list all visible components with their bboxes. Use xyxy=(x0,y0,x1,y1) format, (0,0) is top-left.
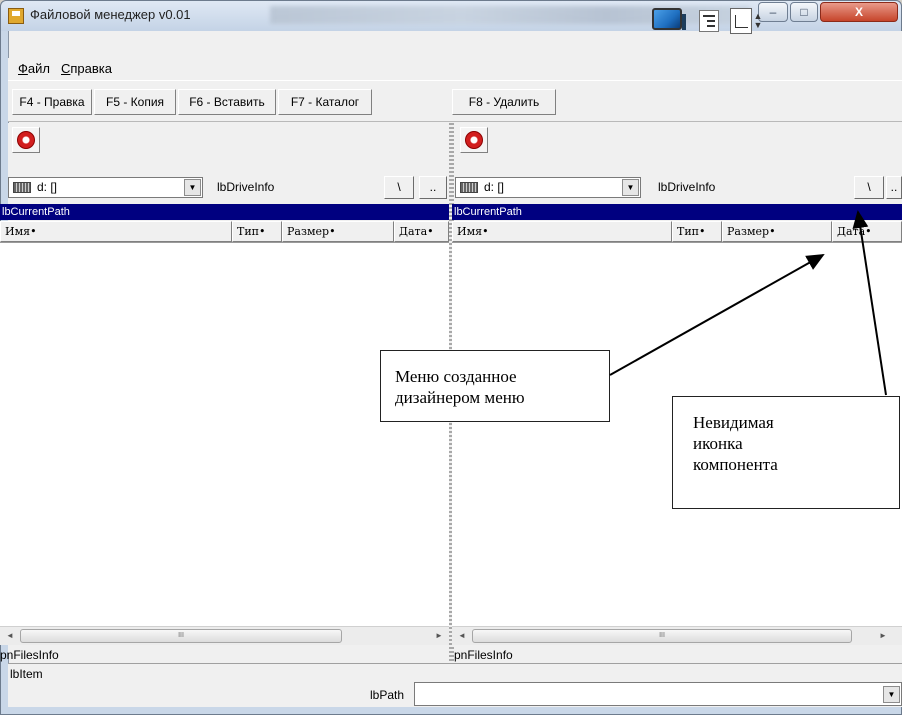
callout-arrows xyxy=(609,210,887,396)
arrow-to-menu xyxy=(609,254,825,376)
arrow-to-icon xyxy=(852,210,887,396)
